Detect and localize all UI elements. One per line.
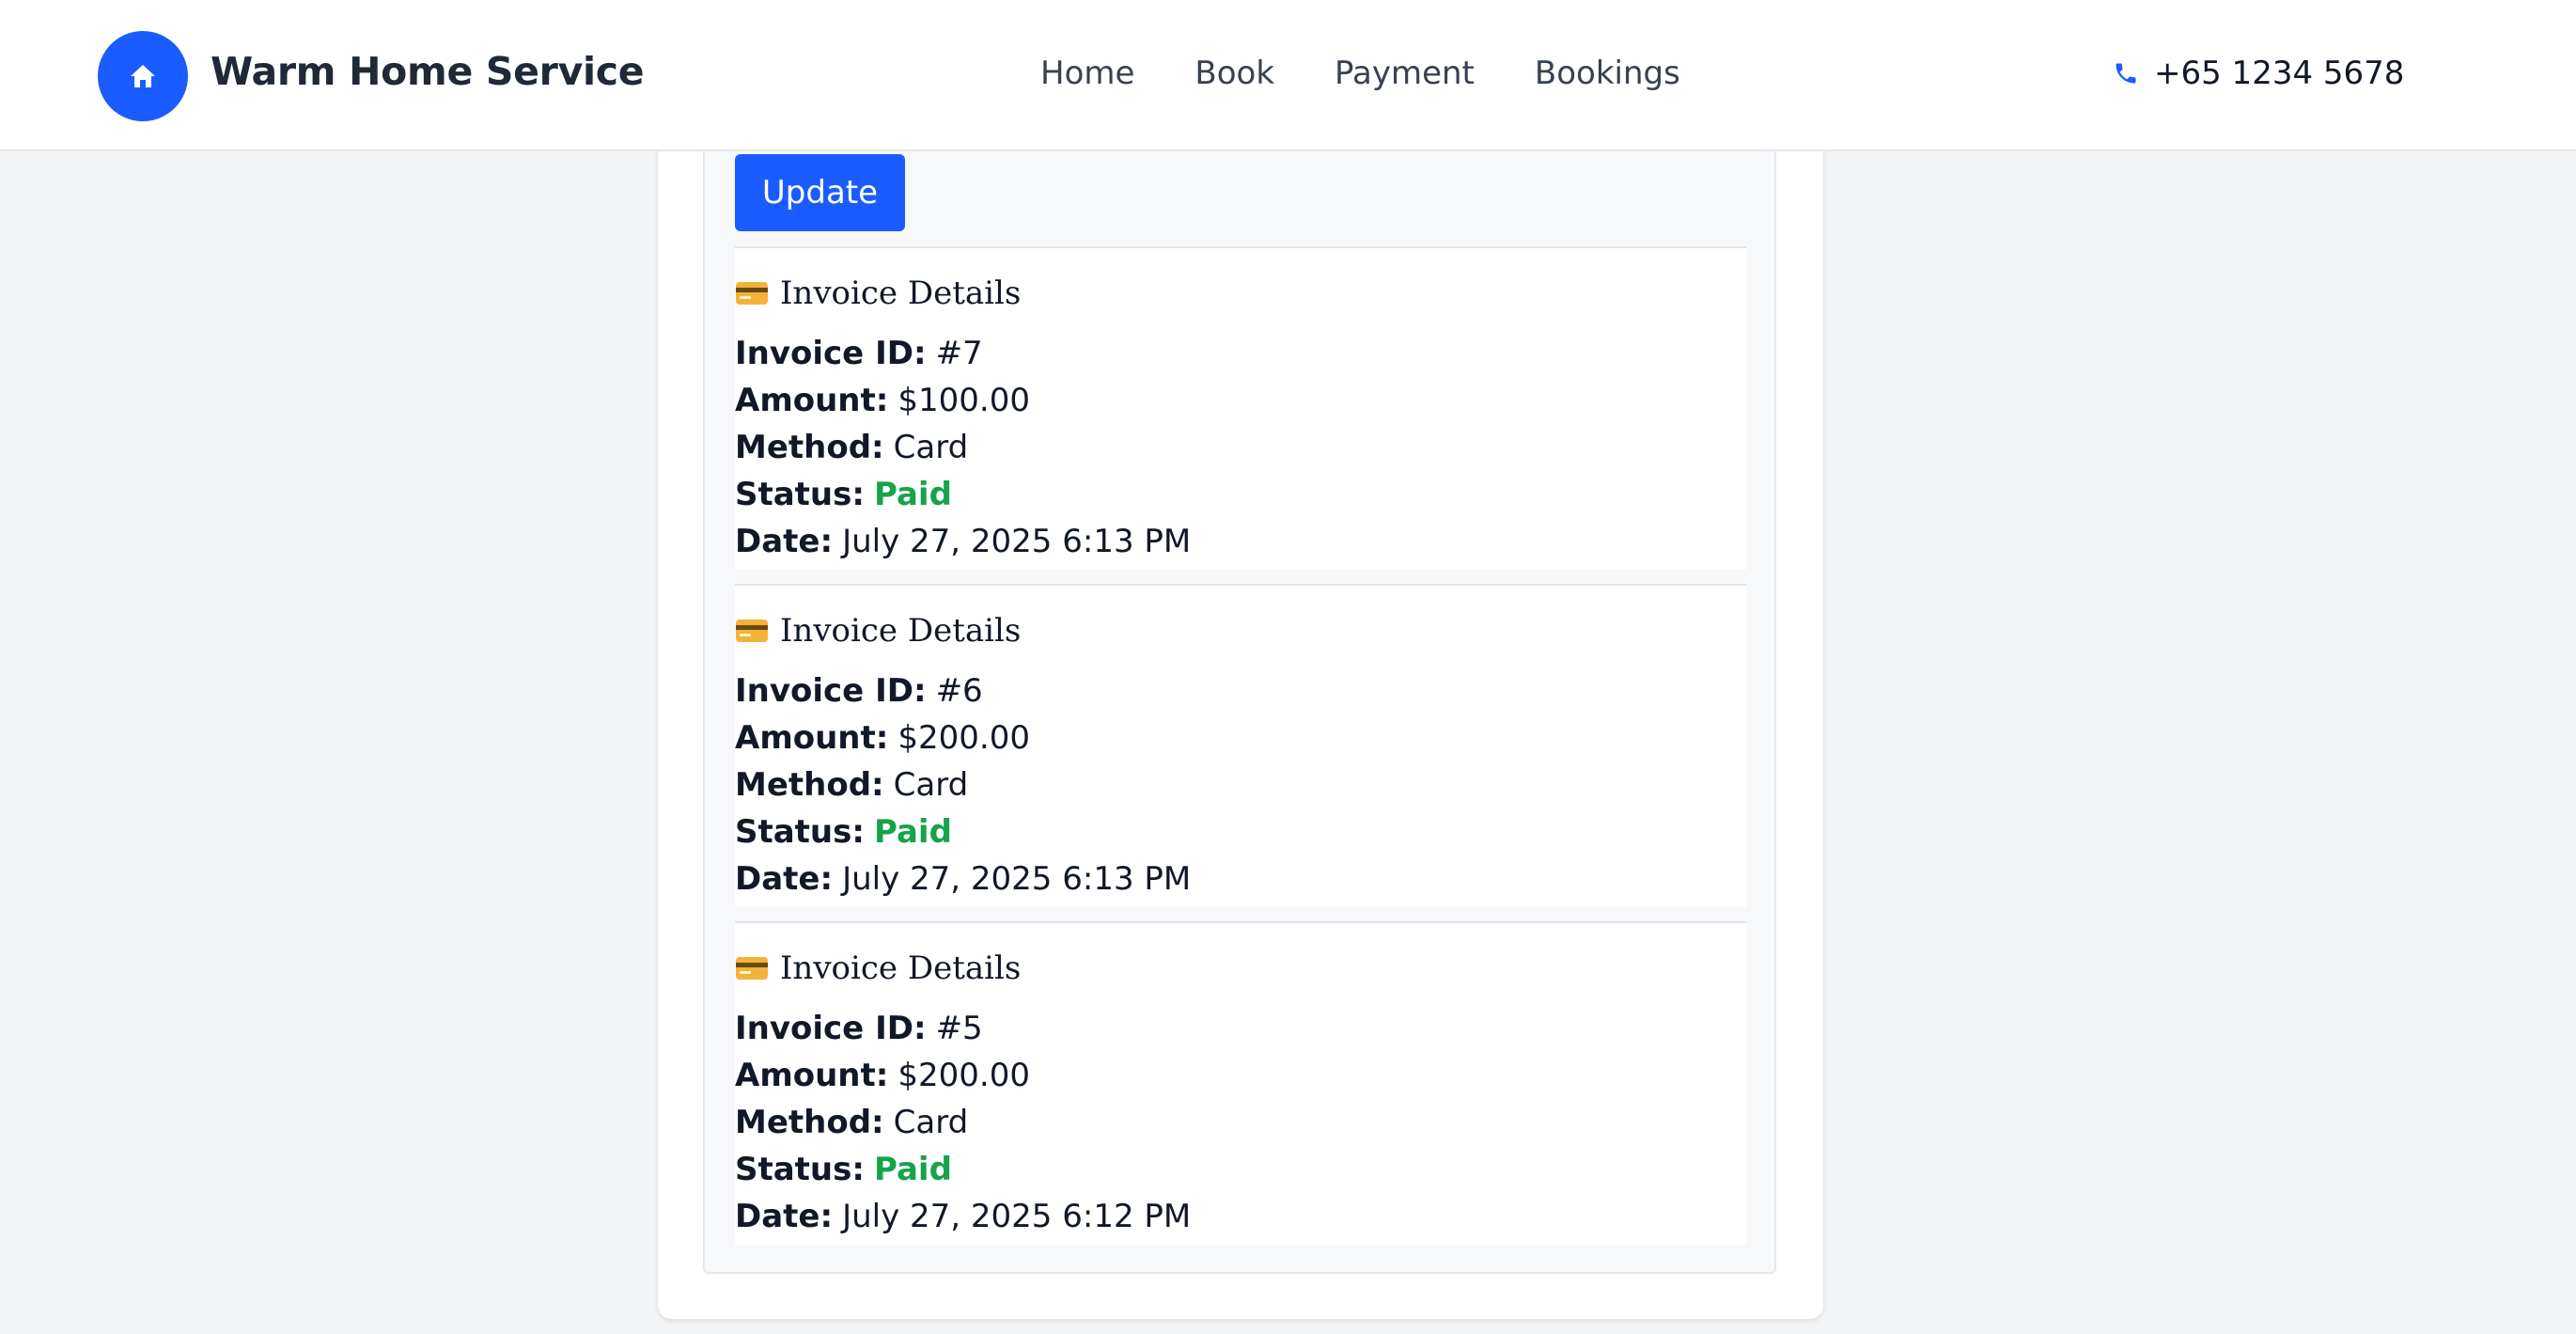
status-row: Status: Paid — [735, 1151, 952, 1188]
nav-bookings[interactable]: Bookings — [1535, 55, 1680, 92]
date-row: Date: July 27, 2025 6:13 PM — [735, 523, 1191, 560]
method-label: Method: — [735, 429, 884, 466]
method-value: Card — [893, 1104, 969, 1141]
status-row: Status: Paid — [735, 476, 952, 513]
credit-card-icon — [736, 620, 768, 642]
amount-row: Amount: $200.00 — [735, 1057, 1030, 1094]
amount-row: Amount: $100.00 — [735, 382, 1030, 419]
date-label: Date: — [735, 523, 834, 560]
method-value: Card — [893, 766, 969, 804]
amount-label: Amount: — [735, 382, 889, 419]
amount-value: $200.00 — [898, 719, 1030, 757]
invoice-card: Invoice Details Invoice ID: #5 Amount: $20… — [735, 921, 1746, 1245]
status-badge: Paid — [873, 813, 952, 851]
amount-label: Amount: — [735, 719, 889, 757]
invoice-title: Invoice Details — [780, 612, 1022, 650]
phone-number: +65 1234 5678 — [2154, 55, 2405, 92]
amount-row: Amount: $200.00 — [735, 719, 1030, 757]
date-label: Date: — [735, 1198, 834, 1235]
credit-card-icon — [736, 282, 768, 305]
invoice-id-label: Invoice ID: — [735, 335, 927, 372]
nav-payment[interactable]: Payment — [1335, 55, 1475, 92]
update-button[interactable]: Update — [735, 154, 905, 231]
invoice-id-label: Invoice ID: — [735, 1010, 927, 1047]
brand-name[interactable]: Warm Home Service — [211, 49, 645, 94]
invoice-card: Invoice Details Invoice ID: #6 Amount: $20… — [735, 584, 1746, 907]
navbar: Warm Home Service Home Book Payment Book… — [0, 0, 2576, 151]
amount-value: $200.00 — [898, 1057, 1030, 1094]
credit-card-icon — [736, 957, 768, 980]
phone-icon — [2115, 63, 2136, 84]
main-nav: Home Book Payment Bookings — [1040, 55, 1741, 92]
amount-label: Amount: — [735, 1057, 889, 1094]
invoice-title-row: Invoice Details — [735, 275, 1021, 312]
status-row: Status: Paid — [735, 813, 952, 851]
invoice-title-row: Invoice Details — [735, 949, 1021, 987]
status-badge: Paid — [873, 1151, 952, 1188]
method-row: Method: Card — [735, 1104, 968, 1141]
date-value: July 27, 2025 6:13 PM — [842, 523, 1192, 560]
method-label: Method: — [735, 1104, 884, 1141]
date-value: July 27, 2025 6:12 PM — [842, 1198, 1192, 1235]
method-row: Method: Card — [735, 766, 968, 804]
nav-home[interactable]: Home — [1040, 55, 1134, 92]
date-label: Date: — [735, 860, 834, 898]
invoice-title: Invoice Details — [780, 949, 1022, 987]
status-label: Status: — [735, 476, 865, 513]
invoice-id-row: Invoice ID: #7 — [735, 335, 983, 372]
invoice-id-value: #5 — [935, 1010, 983, 1047]
status-badge: Paid — [873, 476, 952, 513]
status-label: Status: — [735, 1151, 865, 1188]
logo[interactable] — [98, 31, 188, 121]
invoice-id-label: Invoice ID: — [735, 672, 927, 710]
method-row: Method: Card — [735, 429, 968, 466]
date-row: Date: July 27, 2025 6:13 PM — [735, 860, 1191, 898]
nav-book[interactable]: Book — [1194, 55, 1274, 92]
method-label: Method: — [735, 766, 884, 804]
home-icon — [131, 65, 155, 87]
invoice-id-value: #6 — [935, 672, 983, 710]
invoice-id-row: Invoice ID: #6 — [735, 672, 983, 710]
status-label: Status: — [735, 813, 865, 851]
invoice-title: Invoice Details — [780, 275, 1022, 312]
date-row: Date: July 27, 2025 6:12 PM — [735, 1198, 1191, 1235]
phone-contact[interactable]: +65 1234 5678 — [2113, 55, 2404, 92]
invoice-title-row: Invoice Details — [735, 612, 1021, 650]
amount-value: $100.00 — [898, 382, 1030, 419]
method-value: Card — [893, 429, 969, 466]
date-value: July 27, 2025 6:13 PM — [842, 860, 1192, 898]
invoice-id-value: #7 — [935, 335, 983, 372]
invoice-card: Invoice Details Invoice ID: #7 Amount: $10… — [735, 246, 1746, 570]
invoice-id-row: Invoice ID: #5 — [735, 1010, 983, 1047]
